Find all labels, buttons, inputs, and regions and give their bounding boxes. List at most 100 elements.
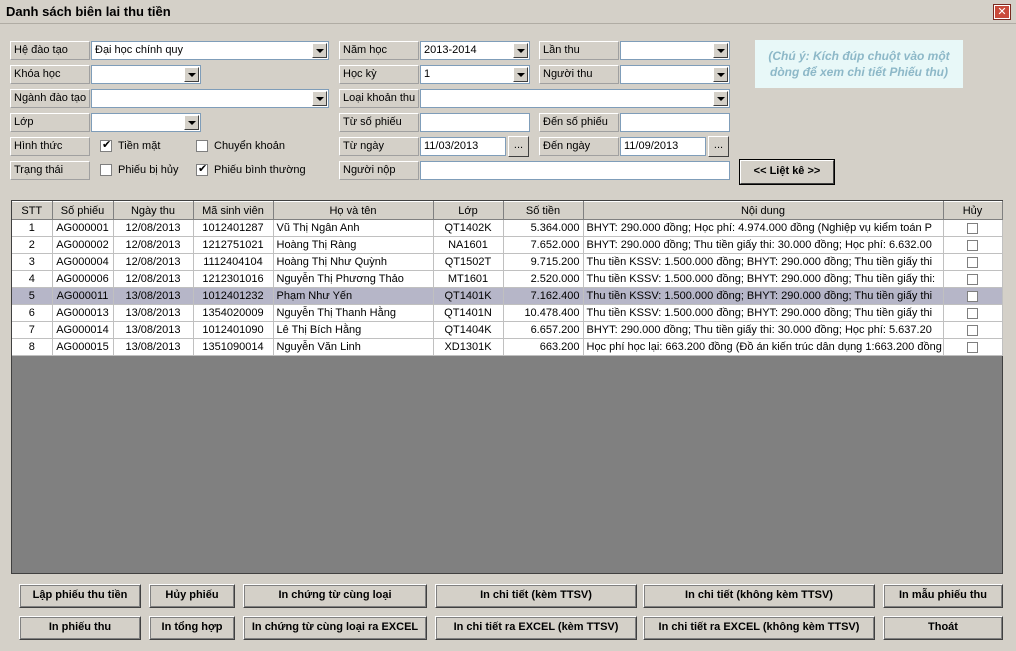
chuyen-khoan-checkbox[interactable]: Chuyển khoản — [196, 138, 285, 154]
label-lan-thu: Lần thu — [539, 41, 619, 60]
phieu-binh-thuong-checkbox[interactable]: Phiếu bình thường — [196, 162, 306, 178]
in-mau-phieu-thu-button[interactable]: In mẫu phiếu thu — [883, 584, 1003, 608]
column-header[interactable]: Lớp — [433, 201, 504, 220]
cell-stt: 4 — [12, 270, 53, 288]
table-row[interactable]: 3 AG000004 12/08/2013 1112404104 Hoàng Thị N… — [12, 253, 1003, 271]
label-den-ngay: Đến ngày — [539, 137, 619, 156]
column-header[interactable]: STT — [12, 201, 53, 220]
table-row[interactable]: 7 AG000014 13/08/2013 1012401090 Lê Thị Bích… — [12, 321, 1003, 339]
hoc-ky-combo[interactable]: 1 — [420, 65, 530, 84]
checkbox-checked-icon[interactable] — [196, 162, 208, 176]
lan-thu-combo[interactable] — [620, 41, 730, 60]
table-row[interactable]: 1 AG000001 12/08/2013 1012401287 Vũ Thị Ngân… — [12, 219, 1003, 237]
title-bar: Danh sách biên lai thu tiền ✕ — [0, 0, 1016, 24]
close-icon[interactable]: ✕ — [993, 4, 1011, 20]
khoa-hoc-combo[interactable] — [91, 65, 201, 84]
chevron-down-icon[interactable] — [513, 43, 528, 58]
lop-combo[interactable] — [91, 113, 201, 132]
cell-ho-va-ten: Vũ Thị Ngân Anh — [273, 219, 434, 237]
chuyen-khoan-label: Chuyển khoản — [214, 140, 285, 152]
checkbox-icon[interactable] — [100, 164, 112, 176]
cell-huy — [943, 304, 1003, 322]
cell-so-tien: 5.364.000 — [503, 219, 584, 237]
in-chung-tu-cung-loai-button[interactable]: In chứng từ cùng loại — [243, 584, 427, 608]
column-header[interactable]: Mã sinh viên — [193, 201, 274, 220]
cell-so-tien: 6.657.200 — [503, 321, 584, 339]
nganh-dao-tao-combo[interactable] — [91, 89, 329, 108]
den-ngay-picker-button[interactable]: ... — [708, 136, 729, 157]
chevron-down-icon[interactable] — [713, 67, 728, 82]
column-header[interactable]: Họ và tên — [273, 201, 434, 220]
cell-ngay-thu: 13/08/2013 — [113, 321, 194, 339]
cell-lop: QT1402K — [433, 219, 504, 237]
cell-so-phieu: AG000011 — [52, 287, 114, 305]
cell-stt: 3 — [12, 253, 53, 271]
loai-khoan-thu-combo[interactable] — [420, 89, 730, 108]
table-row[interactable]: 8 AG000015 13/08/2013 1351090014 Nguyễn Văn … — [12, 338, 1003, 356]
huy-phieu-button[interactable]: Hủy phiếu — [149, 584, 235, 608]
label-tu-so-phieu: Từ số phiếu — [339, 113, 419, 132]
column-header[interactable]: Ngày thu — [113, 201, 194, 220]
cell-so-phieu: AG000001 — [52, 219, 114, 237]
cell-stt: 2 — [12, 236, 53, 254]
huy-checkbox-icon[interactable] — [967, 290, 978, 302]
table-row[interactable]: 2 AG000002 12/08/2013 1212751021 Hoàng Thị R… — [12, 236, 1003, 254]
cell-lop: NA1601 — [433, 236, 504, 254]
checkbox-icon[interactable] — [196, 140, 208, 152]
in-chi-tiet-khong-kem-ttsv-button[interactable]: In chi tiết (không kèm TTSV) — [643, 584, 875, 608]
he-dao-tao-combo[interactable]: Đại học chính quy — [91, 41, 329, 60]
nguoi-nop-input[interactable] — [420, 161, 730, 180]
tu-ngay-picker-button[interactable]: ... — [508, 136, 529, 157]
receipt-grid[interactable]: STT Số phiếu Ngày thu Mã sinh viên Họ và… — [11, 200, 1003, 574]
checkbox-checked-icon[interactable] — [100, 138, 112, 152]
chevron-down-icon[interactable] — [184, 67, 199, 82]
phieu-bi-huy-checkbox[interactable]: Phiếu bị hủy — [100, 162, 179, 178]
huy-checkbox-icon[interactable] — [967, 256, 978, 268]
in-tong-hop-button[interactable]: In tổng hợp — [149, 616, 235, 640]
cell-ngay-thu: 13/08/2013 — [113, 338, 194, 356]
lap-phieu-thu-tien-button[interactable]: Lập phiếu thu tiền — [19, 584, 141, 608]
nam-hoc-combo[interactable]: 2013-2014 — [420, 41, 530, 60]
liet-ke-button[interactable]: << Liệt kê >> — [739, 159, 835, 185]
tu-so-phieu-input[interactable] — [420, 113, 530, 132]
huy-checkbox-icon[interactable] — [967, 273, 978, 285]
tu-ngay-input[interactable]: 11/03/2013 — [420, 137, 506, 156]
thoat-button[interactable]: Thoát — [883, 616, 1003, 640]
nguoi-thu-combo[interactable] — [620, 65, 730, 84]
den-so-phieu-input[interactable] — [620, 113, 730, 132]
huy-checkbox-icon[interactable] — [967, 222, 978, 234]
huy-checkbox-icon[interactable] — [967, 324, 978, 336]
in-chung-tu-excel-button[interactable]: In chứng từ cùng loại ra EXCEL — [243, 616, 427, 640]
table-row[interactable]: 6 AG000013 13/08/2013 1354020009 Nguyễn Thị … — [12, 304, 1003, 322]
cell-so-phieu: AG000006 — [52, 270, 114, 288]
table-row[interactable]: 4 AG000006 12/08/2013 1212301016 Nguyễn Thị … — [12, 270, 1003, 288]
column-header[interactable]: Số tiền — [503, 201, 584, 220]
table-row[interactable]: 5 AG000011 13/08/2013 1012401232 Phạm Như Yế… — [12, 287, 1003, 305]
huy-checkbox-icon[interactable] — [967, 239, 978, 251]
column-header[interactable]: Số phiếu — [52, 201, 114, 220]
chevron-down-icon[interactable] — [312, 43, 327, 58]
column-header[interactable]: Hủy — [943, 201, 1003, 220]
chevron-down-icon[interactable] — [184, 115, 199, 130]
den-ngay-input[interactable]: 11/09/2013 — [620, 137, 706, 156]
chevron-down-icon[interactable] — [312, 91, 327, 106]
chevron-down-icon[interactable] — [513, 67, 528, 82]
label-tu-ngay: Từ ngày — [339, 137, 419, 156]
cell-ho-va-ten: Nguyễn Thị Thanh Hằng — [273, 304, 434, 322]
huy-checkbox-icon[interactable] — [967, 307, 978, 319]
den-ngay-value: 11/09/2013 — [624, 140, 679, 152]
huy-checkbox-icon[interactable] — [967, 341, 978, 353]
tien-mat-checkbox[interactable]: Tiền mặt — [100, 138, 160, 154]
in-chi-tiet-excel-khong-kem-button[interactable]: In chi tiết ra EXCEL (không kèm TTSV) — [643, 616, 875, 640]
label-nganh-dao-tao: Ngành đào tạo — [10, 89, 90, 108]
chevron-down-icon[interactable] — [713, 91, 728, 106]
in-chi-tiet-excel-kem-button[interactable]: In chi tiết ra EXCEL (kèm TTSV) — [435, 616, 637, 640]
column-header[interactable]: Nội dung — [583, 201, 944, 220]
chevron-down-icon[interactable] — [713, 43, 728, 58]
in-phieu-thu-button[interactable]: In phiếu thu — [19, 616, 141, 640]
cell-ngay-thu: 12/08/2013 — [113, 219, 194, 237]
cell-huy — [943, 253, 1003, 271]
label-lop: Lớp — [10, 113, 90, 132]
in-chi-tiet-kem-ttsv-button[interactable]: In chi tiết (kèm TTSV) — [435, 584, 637, 608]
cell-noi-dung: BHYT: 290.000 đồng; Thu tiền giấy thi: 3… — [583, 321, 944, 339]
